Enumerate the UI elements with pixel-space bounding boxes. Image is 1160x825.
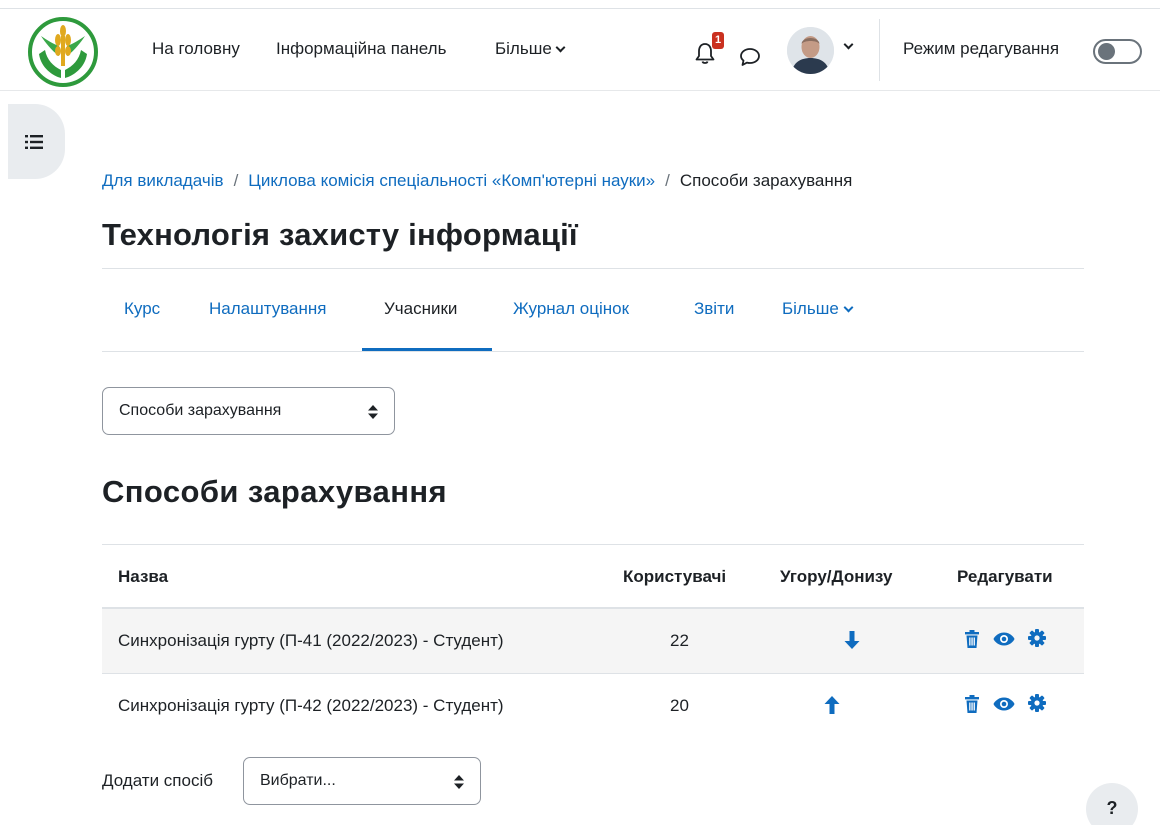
- column-header-updown: Угору/Донизу: [780, 567, 893, 586]
- breadcrumb-teachers-link[interactable]: Для викладачів: [102, 171, 224, 191]
- gear-icon[interactable]: [1028, 629, 1046, 647]
- nav-more-label: Більше: [495, 39, 552, 58]
- participants-page-select-value: Способи зарахування: [119, 402, 282, 419]
- site-logo[interactable]: [27, 16, 99, 88]
- tab-reports[interactable]: Звіти: [694, 299, 734, 319]
- nav-home-link[interactable]: На головну: [152, 39, 240, 59]
- tab-participants[interactable]: Учасники: [384, 299, 457, 319]
- gear-icon[interactable]: [1028, 694, 1046, 712]
- breadcrumb-separator: /: [665, 171, 670, 190]
- edit-mode-toggle-knob: [1098, 43, 1115, 60]
- table-row: Синхронізація гурту (П-42 (2022/2023) - …: [102, 674, 1084, 738]
- tab-settings[interactable]: Налаштування: [209, 299, 327, 319]
- message-bubble-icon[interactable]: [739, 47, 761, 67]
- user-avatar[interactable]: [787, 27, 834, 74]
- edit-mode-toggle[interactable]: [1093, 39, 1142, 64]
- eye-icon[interactable]: [993, 697, 1015, 711]
- enrol-method-users: 20: [670, 696, 689, 715]
- trash-icon[interactable]: [964, 630, 980, 648]
- move-down-arrow-icon[interactable]: [843, 630, 861, 650]
- help-button[interactable]: ?: [1086, 783, 1138, 825]
- tab-more[interactable]: Більше: [782, 299, 854, 319]
- move-up-arrow-icon[interactable]: [823, 695, 841, 715]
- tab-more-label: Більше: [782, 299, 839, 318]
- notification-count-badge: 1: [712, 32, 724, 49]
- breadcrumb: Для викладачів / Циклова комісія спеціал…: [102, 171, 852, 191]
- column-header-edit: Редагувати: [957, 567, 1053, 586]
- enrol-method-name: Синхронізація гурту (П-42 (2022/2023) - …: [118, 696, 504, 715]
- enrol-method-name: Синхронізація гурту (П-41 (2022/2023) - …: [118, 631, 504, 650]
- add-method-label: Додати спосіб: [102, 771, 213, 790]
- user-photo-icon: [787, 27, 834, 74]
- table-row: Синхронізація гурту (П-41 (2022/2023) - …: [102, 609, 1084, 673]
- section-title: Способи зарахування: [102, 474, 447, 509]
- column-header-users: Користувачі: [623, 567, 727, 586]
- sort-updown-icon: [454, 775, 464, 789]
- table-top-border: [102, 544, 1084, 545]
- chevron-down-icon: [555, 42, 566, 52]
- breadcrumb-current: Способи зарахування: [679, 171, 853, 190]
- navbar-divider: [879, 19, 880, 81]
- enrol-method-users: 22: [670, 631, 689, 650]
- edit-mode-label: Режим редагування: [903, 39, 1060, 58]
- tabs-divider: [102, 351, 1084, 352]
- eye-icon[interactable]: [993, 632, 1015, 646]
- breadcrumb-commission-link[interactable]: Циклова комісія спеціальності «Комп'ютер…: [248, 171, 655, 191]
- trash-icon[interactable]: [964, 695, 980, 713]
- add-method-select-value: Вибрати...: [260, 772, 336, 789]
- sort-updown-icon: [368, 405, 378, 419]
- add-method-select[interactable]: Вибрати...: [243, 757, 481, 805]
- chevron-down-icon: [843, 302, 854, 312]
- nav-more-menu[interactable]: Більше: [495, 39, 566, 59]
- top-navbar: На головну Інформаційна панель Більше 1 …: [0, 8, 1160, 91]
- nav-dashboard-link[interactable]: Інформаційна панель: [276, 39, 446, 59]
- column-header-name: Назва: [118, 567, 169, 586]
- user-menu-chevron-down-icon[interactable]: [843, 39, 854, 50]
- title-divider: [102, 268, 1084, 269]
- tab-gradebook[interactable]: Журнал оцінок: [513, 299, 629, 319]
- participants-page-select[interactable]: Способи зарахування: [102, 387, 395, 435]
- tab-course[interactable]: Курс: [124, 299, 160, 319]
- course-index-drawer-button[interactable]: [8, 104, 65, 179]
- help-question-icon: ?: [1106, 798, 1118, 818]
- breadcrumb-separator: /: [233, 171, 239, 190]
- course-title: Технологія захисту інформації: [102, 217, 578, 252]
- list-icon: [25, 135, 43, 149]
